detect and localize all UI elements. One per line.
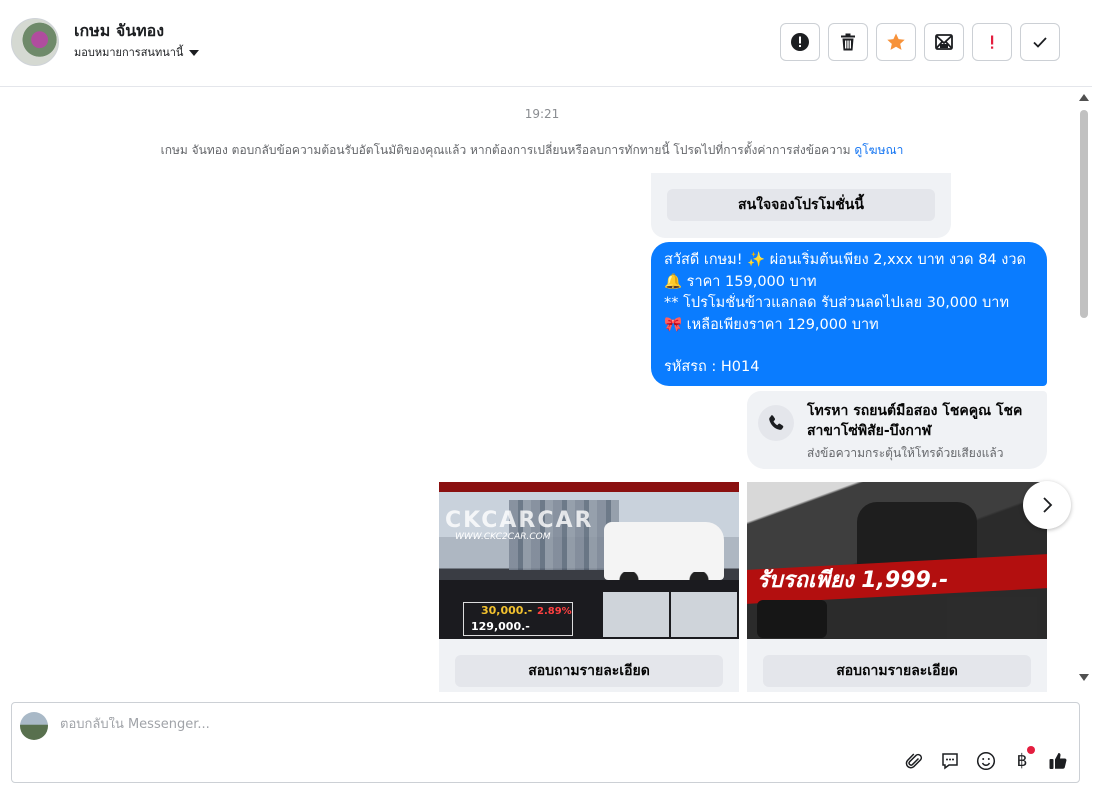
send-like-button[interactable] (1047, 750, 1069, 772)
check-icon (1033, 37, 1047, 48)
mark-done-button[interactable] (1020, 23, 1060, 61)
delete-button[interactable] (828, 23, 868, 61)
caret-down-icon (189, 49, 200, 56)
ask-details-button[interactable]: สอบถามรายละเอียด (763, 655, 1031, 687)
gear-shift-graphic (947, 597, 1037, 639)
conversation-header: เกษม จันทอง มอบหมายการสนทนานี้ (0, 0, 1092, 87)
interest-rate-text: 2.89% (537, 606, 572, 617)
contact-name[interactable]: เกษม จันทอง (74, 19, 164, 44)
dashboard-gauge (757, 600, 827, 638)
emoji-button[interactable] (975, 750, 997, 772)
quick-reply-button[interactable]: สนใจจองโปรโมชั่นนี้ (667, 189, 935, 221)
auto-reply-notice: เกษม จันทอง ตอบกลับข้อความต้อนรับอัตโนมั… (0, 141, 1064, 160)
reply-input[interactable] (60, 717, 660, 732)
phone-icon (758, 405, 794, 441)
baht-payment-icon: ฿ (1016, 751, 1028, 771)
scrollbar-thumb[interactable] (1080, 110, 1088, 318)
scroll-up-arrow[interactable] (1079, 94, 1089, 101)
call-card-subtitle: ส่งข้อความกระตุ้นให้โทรด้วยเสียงแล้ว (807, 446, 1004, 460)
message-line-blank (664, 336, 1037, 357)
trash-icon (841, 33, 855, 51)
truck-thumb (603, 592, 669, 637)
message-line: ** โปรโมชั่นข้าวแลกลด รับส่วนลดไปเลย 30,… (664, 295, 1009, 311)
message-line: 🎀 เหลือเพียงราคา 129,000 บาท (664, 316, 879, 333)
car-interior-image[interactable]: รับรถเพียง 1,999.- (747, 482, 1047, 639)
call-button-card[interactable]: โทรหา รถยนต์มือสอง โชคคูณ โชค สาขาโซ่พิส… (747, 391, 1047, 469)
scroll-down-arrow[interactable] (1079, 674, 1089, 681)
carousel-card[interactable]: รับรถเพียง 1,999.- สอบถามรายละเอียด (747, 482, 1047, 692)
quick-reply-card: สนใจจองโปรโมชั่นนี้ (651, 173, 951, 238)
carousel-card[interactable]: CKCARCAR WWW.CKC2CAR.COM 30,000.- 129,00… (439, 482, 739, 692)
exclamation-icon (991, 35, 994, 49)
auto-reply-notice-text: เกษม จันทอง ตอบกลับข้อความต้อนรับอัตโนมั… (160, 143, 851, 157)
message-line: สวัสดี เกษม! ✨ ผ่อนเริ่มต้นเพียง 2,xxx บ… (664, 252, 1026, 268)
outgoing-message-bubble[interactable]: สวัสดี เกษม! ✨ ผ่อนเริ่มต้นเพียง 2,xxx บ… (651, 242, 1047, 386)
mark-unread-button[interactable] (924, 23, 964, 61)
saved-replies-button[interactable] (939, 750, 961, 772)
message-thread[interactable]: 19:21 เกษม จันทอง ตอบกลับข้อความต้อนรับอ… (0, 88, 1078, 692)
carousel-next-button[interactable] (1023, 481, 1071, 529)
composer-tools: ฿ (903, 746, 1069, 772)
promo-banner-text: รับรถเพียง 1,999.- (757, 568, 949, 593)
image-top-band (439, 482, 739, 492)
notification-dot (1027, 746, 1035, 754)
page-avatar (20, 712, 48, 740)
saved-replies-icon (942, 753, 958, 770)
car-promo-image[interactable]: CKCARCAR WWW.CKC2CAR.COM 30,000.- 129,00… (439, 482, 739, 639)
payment-button[interactable]: ฿ (1011, 746, 1035, 772)
follow-up-button[interactable] (972, 23, 1012, 61)
truck-thumb (671, 592, 737, 637)
reply-composer: ฿ (11, 702, 1080, 783)
contact-avatar[interactable] (11, 18, 59, 66)
thumbs-up-icon (1049, 753, 1067, 769)
message-line: รหัสรถ : H014 (664, 359, 760, 375)
call-card-title: โทรหา รถยนต์มือสอง โชคคูณ โชค สาขาโซ่พิส… (807, 403, 1023, 439)
assign-label: มอบหมายการสนทนานี้ (74, 46, 184, 59)
message-timestamp: 19:21 (524, 107, 560, 121)
header-actions (780, 23, 1060, 61)
view-ad-link[interactable]: ดูโฆษณา (854, 143, 903, 157)
messenger-inbox: เกษม จันทอง มอบหมายการสนทนานี้ 19:21 เกษ… (0, 0, 1101, 789)
emoji-icon (976, 751, 996, 771)
star-button[interactable] (876, 23, 916, 61)
star-icon (887, 33, 905, 50)
envelope-icon (935, 34, 953, 50)
product-carousel: CKCARCAR WWW.CKC2CAR.COM 30,000.- 129,00… (439, 482, 1049, 692)
mark-spam-button[interactable] (780, 23, 820, 61)
chevron-right-icon (1043, 497, 1053, 513)
paperclip-icon (905, 753, 923, 769)
price-down-text: 30,000.- (481, 604, 533, 617)
price-total-text: 129,000.- (471, 620, 530, 633)
alert-circle-icon (791, 33, 809, 51)
image-watermark: CKCARCAR (445, 508, 594, 533)
pickup-truck-graphic (604, 522, 724, 588)
assign-conversation-dropdown[interactable]: มอบหมายการสนทนานี้ (74, 43, 200, 61)
image-url-text: WWW.CKC2CAR.COM (455, 532, 551, 542)
message-line: 🔔 ราคา 159,000 บาท (664, 273, 817, 290)
ask-details-button[interactable]: สอบถามรายละเอียด (455, 655, 723, 687)
attach-file-button[interactable] (903, 750, 925, 772)
